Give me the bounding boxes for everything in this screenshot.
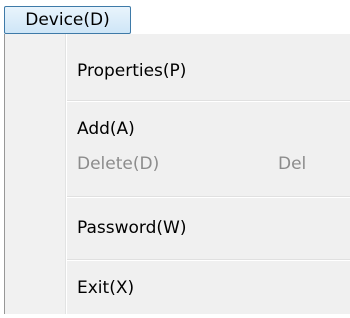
menu-item-label: Exit(X) (77, 278, 135, 298)
device-menu-label: Device(D) (25, 9, 110, 30)
menu-item-password[interactable]: Password(W) (67, 210, 347, 246)
menu-item-label: Delete(D) (77, 154, 160, 174)
menu-icon-gutter (5, 34, 65, 314)
menu-item-exit[interactable]: Exit(X) (67, 270, 347, 306)
device-menu-button[interactable]: Device(D) (4, 6, 131, 34)
menu-item-label: Add(A) (77, 119, 135, 139)
menu-item-add[interactable]: Add(A) (67, 111, 347, 147)
menu-item-properties[interactable]: Properties(P) (67, 53, 347, 89)
menu-item-label: Properties(P) (77, 61, 187, 81)
device-dropdown-menu: Properties(P) Add(A) Delete(D) Del Passw… (4, 34, 350, 314)
menu-separator (67, 196, 350, 198)
menu-separator (67, 100, 350, 102)
menu-item-shortcut: Del (278, 154, 307, 174)
menu-item-label: Password(W) (77, 218, 187, 238)
menu-separator (67, 259, 350, 261)
menu-item-delete[interactable]: Delete(D) Del (67, 146, 347, 182)
